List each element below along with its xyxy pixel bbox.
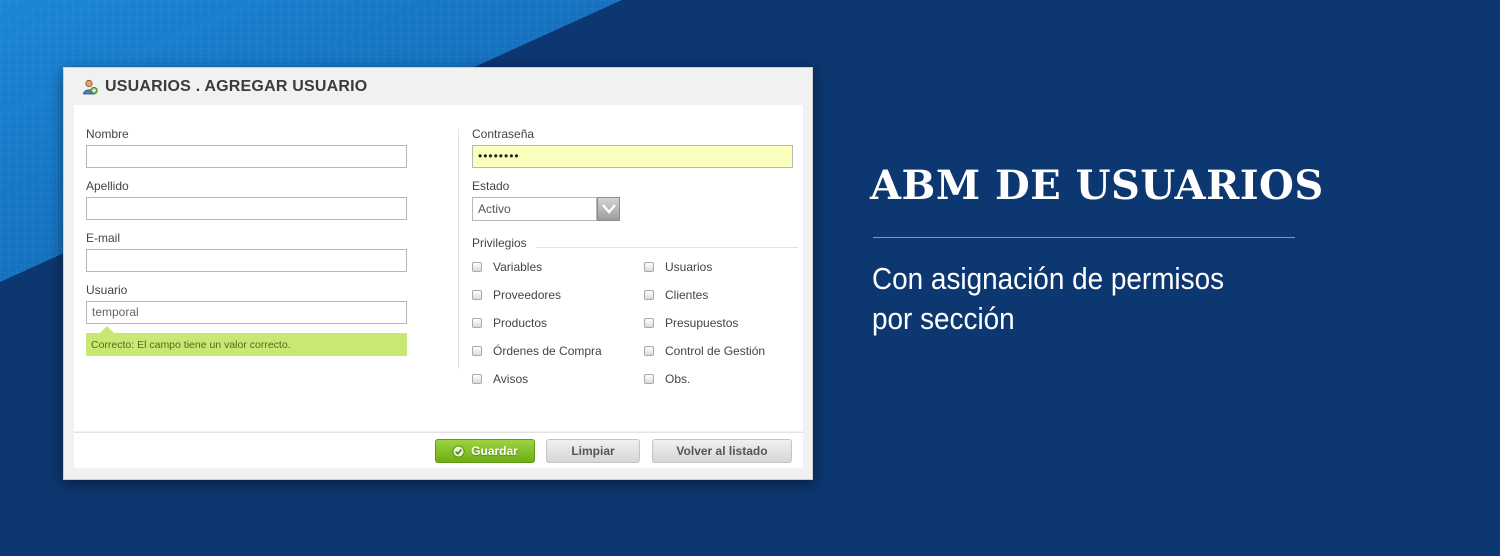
promo-subtitle-line2: por sección [872,301,1015,336]
usuario-input[interactable]: temporal [86,301,407,324]
privilege-label: Órdenes de Compra [493,344,602,358]
password-input[interactable]: •••••••• [472,145,793,168]
clear-button[interactable]: Limpiar [546,439,640,463]
promo-headline: ABM DE USUARIOS [870,162,1324,209]
privilege-control-de-gestion[interactable]: Control de Gestión [644,344,765,358]
checkbox[interactable] [644,290,654,300]
validation-message: Correcto: El campo tiene un valor correc… [86,333,407,356]
checkbox[interactable] [472,374,482,384]
button-bar: Guardar Limpiar Volver al listado [74,432,803,468]
privilegios-label: Privilegios [472,236,527,250]
checkbox[interactable] [472,262,482,272]
privilege-clientes[interactable]: Clientes [644,288,708,302]
privilege-productos[interactable]: Productos [472,316,547,330]
privilege-proveedores[interactable]: Proveedores [472,288,561,302]
checkbox[interactable] [472,290,482,300]
panel-title: USUARIOS . AGREGAR USUARIO [82,77,367,97]
check-circle-icon [452,444,465,458]
estado-value[interactable]: Activo [472,197,597,221]
checkbox[interactable] [644,262,654,272]
promo-divider [873,237,1295,238]
promo-subtitle: Con asignación de permisos por sección [872,259,1250,339]
usuario-label: Usuario [86,283,128,297]
nombre-input[interactable] [86,145,407,168]
privilege-presupuestos[interactable]: Presupuestos [644,316,738,330]
email-input[interactable] [86,249,407,272]
apellido-input[interactable] [86,197,407,220]
user-add-icon [83,79,98,95]
contrasena-label: Contraseña [472,127,535,141]
apellido-label: Apellido [86,179,129,193]
checkbox[interactable] [644,318,654,328]
promo-subtitle-line1: Con asignación de permisos [872,261,1225,296]
privileges-divider [536,247,798,248]
email-label: E-mail [86,231,121,245]
panel-title-text: USUARIOS . AGREGAR USUARIO [105,78,368,95]
privilege-label: Proveedores [493,288,562,302]
validation-arrow [100,326,114,333]
privilege-usuarios[interactable]: Usuarios [644,260,712,274]
save-button[interactable]: Guardar [435,439,535,463]
checkbox[interactable] [644,374,654,384]
form-area: Nombre Apellido E-mail Usuario temporal … [74,105,803,431]
column-divider [458,129,459,369]
privilege-label: Clientes [665,288,709,302]
privilege-label: Control de Gestión [665,344,766,358]
checkbox[interactable] [472,318,482,328]
privilege-label: Productos [493,316,548,330]
privilege-label: Obs. [665,372,691,386]
estado-label: Estado [472,179,510,193]
privilege-label: Avisos [493,372,529,386]
privilege-label: Presupuestos [665,316,739,330]
back-to-list-button[interactable]: Volver al listado [652,439,792,463]
checkbox[interactable] [644,346,654,356]
privilege-avisos[interactable]: Avisos [472,372,528,386]
save-button-label: Guardar [471,444,518,458]
add-user-panel: USUARIOS . AGREGAR USUARIO Nombre Apelli… [63,67,813,480]
privilege-label: Usuarios [665,260,713,274]
privilege-label: Variables [493,260,543,274]
estado-select[interactable]: Activo [472,197,620,221]
nombre-label: Nombre [86,127,129,141]
checkbox[interactable] [472,346,482,356]
chevron-down-icon[interactable] [597,197,620,221]
privilege-variables[interactable]: Variables [472,260,542,274]
privilege-obs[interactable]: Obs. [644,372,690,386]
privilege-ordenes-de-compra[interactable]: Órdenes de Compra [472,344,602,358]
